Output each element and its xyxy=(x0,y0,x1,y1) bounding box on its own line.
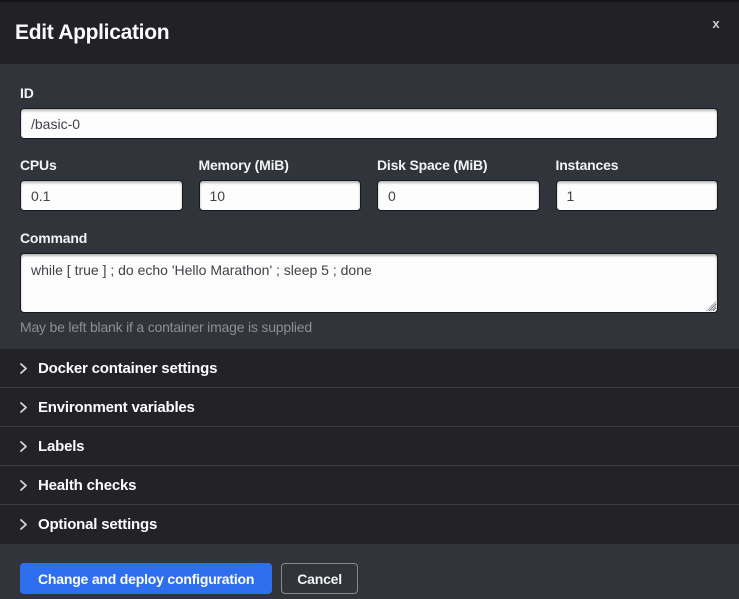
settings-accordion: Docker container settings Environment va… xyxy=(0,349,739,544)
id-label: ID xyxy=(20,85,718,101)
instances-field-group: Instances xyxy=(556,157,719,211)
disk-input[interactable] xyxy=(377,180,540,211)
edit-application-form: ID CPUs Memory (MiB) Disk Space (MiB) In… xyxy=(0,64,739,349)
resources-row: CPUs Memory (MiB) Disk Space (MiB) Insta… xyxy=(20,157,718,211)
chevron-right-icon xyxy=(18,441,29,452)
section-label: Optional settings xyxy=(38,516,157,533)
section-label: Environment variables xyxy=(38,399,195,416)
cpus-input[interactable] xyxy=(20,180,183,211)
cpus-label: CPUs xyxy=(20,157,183,173)
close-icon[interactable]: x xyxy=(707,15,725,33)
id-field-group: ID xyxy=(20,85,718,139)
command-help-text: May be left blank if a container image i… xyxy=(20,319,718,335)
edit-application-modal: Edit Application x ID CPUs Memory (MiB) … xyxy=(0,0,739,599)
memory-field-group: Memory (MiB) xyxy=(199,157,362,211)
section-environment-variables[interactable]: Environment variables xyxy=(0,388,739,427)
memory-input[interactable] xyxy=(199,180,362,211)
disk-field-group: Disk Space (MiB) xyxy=(377,157,540,211)
instances-input[interactable] xyxy=(556,180,719,211)
modal-title: Edit Application xyxy=(15,21,169,45)
section-label: Docker container settings xyxy=(38,360,217,377)
id-input[interactable] xyxy=(20,108,718,139)
cpus-field-group: CPUs xyxy=(20,157,183,211)
section-optional-settings[interactable]: Optional settings xyxy=(0,505,739,544)
command-textarea[interactable]: while [ true ] ; do echo 'Hello Marathon… xyxy=(20,253,718,313)
instances-label: Instances xyxy=(556,157,719,173)
modal-footer: Change and deploy configuration Cancel xyxy=(0,544,739,599)
memory-label: Memory (MiB) xyxy=(199,157,362,173)
chevron-right-icon xyxy=(18,480,29,491)
section-health-checks[interactable]: Health checks xyxy=(0,466,739,505)
section-label: Labels xyxy=(38,438,84,455)
chevron-right-icon xyxy=(18,402,29,413)
disk-label: Disk Space (MiB) xyxy=(377,157,540,173)
cancel-button[interactable]: Cancel xyxy=(281,563,358,594)
modal-header: Edit Application x xyxy=(0,0,739,64)
change-and-deploy-button[interactable]: Change and deploy configuration xyxy=(20,563,272,594)
command-textarea-wrap: while [ true ] ; do echo 'Hello Marathon… xyxy=(20,253,718,313)
section-docker-container-settings[interactable]: Docker container settings xyxy=(0,349,739,388)
command-label: Command xyxy=(20,230,718,246)
section-label: Health checks xyxy=(38,477,136,494)
chevron-right-icon xyxy=(18,363,29,374)
chevron-right-icon xyxy=(18,519,29,530)
command-field-group: Command while [ true ] ; do echo 'Hello … xyxy=(20,230,718,335)
section-labels[interactable]: Labels xyxy=(0,427,739,466)
